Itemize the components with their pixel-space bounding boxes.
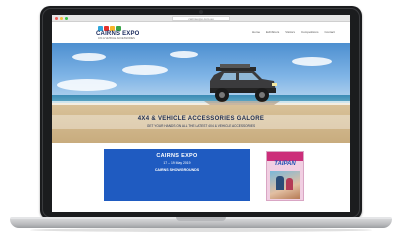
minimize-window-button[interactable]: [60, 17, 63, 20]
expo-dates: 17 – 19 May 2019: [163, 161, 191, 165]
hero-title: 4X4 & VEHICLE ACCESSORIES GALORE: [137, 116, 265, 122]
expo-info-card: CAIRNS EXPO 17 – 19 May 2019 CAIRNS SHOW…: [104, 149, 250, 201]
expo-title: CAIRNS EXPO: [156, 153, 198, 159]
hero-sky: [52, 43, 350, 103]
poster-header: [267, 152, 303, 161]
laptop-screen: cairnsexpo.com.au CAIRNS EXPO 4X4 & VEHI…: [52, 15, 350, 212]
nav-item-exhibitors[interactable]: Exhibitors: [266, 30, 279, 34]
browser-titlebar: cairnsexpo.com.au: [52, 15, 350, 22]
4x4-vehicle-image: [204, 64, 280, 105]
laptop-notch: [176, 217, 226, 221]
address-bar-url: cairnsexpo.com.au: [188, 17, 214, 21]
poster-brand: TAIPAN: [274, 161, 296, 167]
laptop-mockup: cairnsexpo.com.au CAIRNS EXPO 4X4 & VEHI…: [0, 0, 402, 243]
nav-item-competitions[interactable]: Competitions: [301, 30, 319, 34]
laptop-shadow: [30, 228, 372, 232]
nav-item-contact[interactable]: Contact: [324, 30, 334, 34]
site-header: CAIRNS EXPO 4X4 & VEHICLE ACCESSORIES Ho…: [52, 23, 350, 43]
address-bar[interactable]: cairnsexpo.com.au: [172, 16, 230, 21]
expo-venue: CAIRNS SHOWGROUNDS: [154, 168, 200, 172]
site-logo-tagline: 4X4 & VEHICLE ACCESSORIES: [98, 37, 135, 40]
nav-item-visitors[interactable]: Visitors: [285, 30, 295, 34]
poster-photo: [270, 171, 300, 199]
hero-subtitle: GET YOUR HANDS ON ALL THE LATEST 4X4 & V…: [146, 124, 256, 128]
maximize-window-button[interactable]: [65, 17, 68, 20]
page-content: CAIRNS EXPO 17 – 19 May 2019 CAIRNS SHOW…: [52, 143, 350, 212]
nav-item-home[interactable]: Home: [252, 30, 260, 34]
main-nav: Home Exhibitors Visitors Competitions Co…: [252, 30, 335, 34]
hero-banner: 4X4 & VEHICLE ACCESSORIES GALORE GET YOU…: [52, 43, 350, 143]
camera-icon: [199, 10, 203, 14]
promo-poster[interactable]: TAIPAN: [266, 151, 304, 201]
close-window-button[interactable]: [55, 17, 58, 20]
